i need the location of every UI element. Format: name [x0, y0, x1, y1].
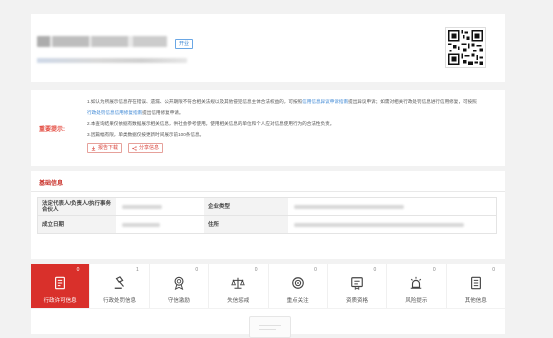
certificate-icon	[351, 277, 363, 290]
share-icon	[132, 145, 137, 151]
established-date-label: 成立日期	[38, 216, 116, 233]
tab-label: 守信激励	[167, 298, 190, 304]
notice-text: 提出信用修复申请。	[142, 110, 184, 115]
qr-code-icon	[445, 27, 486, 68]
empty-state-icon	[249, 316, 291, 338]
basic-info-section: 基础信息 法定代表人/负责人/执行事务合伙人 企业类型 成立日期 住所	[31, 171, 505, 259]
tab-count: 0	[76, 267, 80, 273]
company-type-label: 企业类型	[204, 198, 288, 215]
tab-admin-license[interactable]: 0 行政许可信息	[31, 264, 91, 308]
target-icon	[291, 277, 304, 289]
basic-info-table: 法定代表人/负责人/执行事务合伙人 企业类型 成立日期 住所	[37, 197, 497, 234]
notice-label: 重要提示:	[39, 127, 65, 133]
legal-rep-label: 法定代表人/负责人/执行事务合伙人	[38, 198, 116, 215]
objection-guide-link[interactable]: 信用信息异议申诉指南	[302, 99, 348, 104]
notice-line: 1.如认为所展示信息存在错误、遗漏、公开期限不符合相关法规以及其他侵犯信息主体合…	[87, 96, 499, 107]
tab-count: 0	[254, 267, 258, 273]
tab-label: 行政处罚信息	[103, 298, 137, 304]
gavel-icon	[114, 276, 124, 289]
address-label: 住所	[204, 216, 288, 233]
notice-text: 1.如认为所展示信息存在错误、遗漏、公开期限不符合相关法规以及其他侵犯信息主体合…	[87, 99, 303, 104]
tab-count: 0	[314, 267, 317, 273]
company-name	[37, 36, 167, 47]
notice-body: 1.如认为所展示信息存在错误、遗漏、公开期限不符合相关法规以及其他侵犯信息主体合…	[87, 96, 499, 153]
tab-risk-alert[interactable]: 0 风险提示	[387, 264, 447, 308]
tab-label: 重点关注	[286, 298, 309, 304]
table-row: 法定代表人/负责人/执行事务合伙人 企业类型	[38, 198, 496, 216]
share-info-button[interactable]: 分享信息	[128, 143, 164, 153]
established-date-value	[116, 216, 204, 233]
address-value	[288, 216, 496, 233]
tab-label: 行政许可信息	[43, 298, 77, 304]
important-notice: 重要提示: 1.如认为所展示信息存在错误、遗漏、公开期限不符合相关法规以及其他侵…	[31, 90, 505, 166]
credit-repair-guide-link[interactable]: 行政处罚信息信用修复指南	[87, 110, 142, 115]
tab-dishonesty-penalty[interactable]: 0 失信惩戒	[209, 264, 269, 308]
notice-line: 2.本查询结果仅依据有数据展示相关信息，供社会参考使用。使用相关信息的单位和个人…	[87, 121, 335, 126]
notice-text: 提出异议申诉；如需对相关行政处罚信息进行信用修复，可按照	[348, 99, 477, 104]
table-row: 成立日期 住所	[38, 216, 496, 233]
tab-admin-penalty[interactable]: 1 行政处罚信息	[90, 264, 150, 308]
tab-other-info[interactable]: 0 其他信息	[447, 264, 505, 308]
legal-rep-value	[116, 198, 204, 215]
tab-key-attention[interactable]: 0 重点关注	[269, 264, 328, 308]
report-download-button[interactable]: 报告下载	[87, 143, 123, 153]
tab-label: 资质资格	[346, 298, 369, 304]
license-doc-icon	[55, 276, 66, 290]
company-type-value	[288, 198, 496, 215]
tab-count: 0	[492, 267, 495, 273]
share-info-label: 分享信息	[139, 145, 160, 151]
tab-credit-incentive[interactable]: 0 守信激励	[150, 264, 210, 308]
company-header-card: 开业	[31, 14, 505, 82]
list-doc-icon	[470, 276, 481, 290]
tab-count: 0	[195, 267, 199, 273]
tab-label: 失信惩戒	[227, 298, 250, 304]
tab-content-area	[31, 309, 505, 338]
tab-count: 0	[432, 267, 436, 273]
scale-icon	[231, 277, 246, 289]
info-category-tabs: 0 行政许可信息 1 行政处罚信息 0 守信激励 0 失信惩戒 0 重点关注 0…	[31, 264, 505, 308]
notice-line: 行政处罚信息信用修复指南提出信用修复申请。	[87, 107, 499, 118]
divider	[31, 191, 505, 192]
notice-line: 3.因篇幅有限，单类数据仅按更新时间展示前100条信息。	[87, 132, 205, 137]
alarm-icon	[411, 276, 422, 289]
medal-icon	[174, 276, 184, 290]
company-subtitle	[37, 58, 187, 63]
tab-label: 风险提示	[405, 298, 428, 304]
tab-qualification[interactable]: 0 资质资格	[328, 264, 388, 308]
section-title: 基础信息	[39, 181, 64, 187]
tab-count: 1	[135, 267, 139, 273]
report-download-label: 报告下载	[98, 145, 119, 151]
tab-count: 0	[373, 267, 377, 273]
tab-label: 其他信息	[464, 298, 487, 304]
status-badge: 开业	[175, 39, 194, 49]
download-icon	[91, 146, 96, 151]
